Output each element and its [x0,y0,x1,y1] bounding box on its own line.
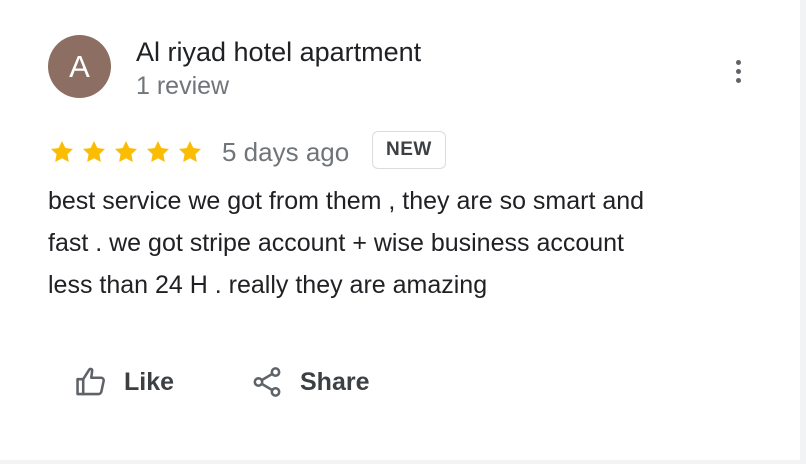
scroll-edge [800,0,806,464]
like-button[interactable]: Like [74,362,174,402]
star-icon [114,140,138,162]
star-icon [50,140,74,162]
more-options-button[interactable] [722,52,754,90]
reviewer-name[interactable]: Al riyad hotel apartment [136,37,421,68]
like-label: Like [124,367,175,396]
star-icon [146,140,170,162]
share-icon [250,365,284,399]
bottom-edge [0,460,806,464]
star-rating [49,139,203,165]
more-vert-icon-dot [735,77,741,83]
avatar-initial: A [69,48,90,84]
new-badge: NEW [372,131,446,169]
share-button[interactable]: Share [250,362,369,402]
review-text-line: fast . we got stripe account + wise busi… [48,229,625,257]
review-text: best service we got from them , they are… [48,180,738,306]
review-time: 5 days ago [222,137,350,167]
avatar[interactable]: A [48,35,111,98]
review-count: 1 review [136,72,230,100]
thumb-up-icon [74,365,108,399]
star-icon [178,140,202,162]
more-vert-icon-dot [735,68,741,74]
review-text-line: less than 24 H . really they are amazing [48,271,488,299]
more-vert-icon [735,59,741,65]
star-icon [82,140,106,162]
review-text-line: best service we got from them , they are… [48,187,645,215]
share-label: Share [300,367,370,396]
